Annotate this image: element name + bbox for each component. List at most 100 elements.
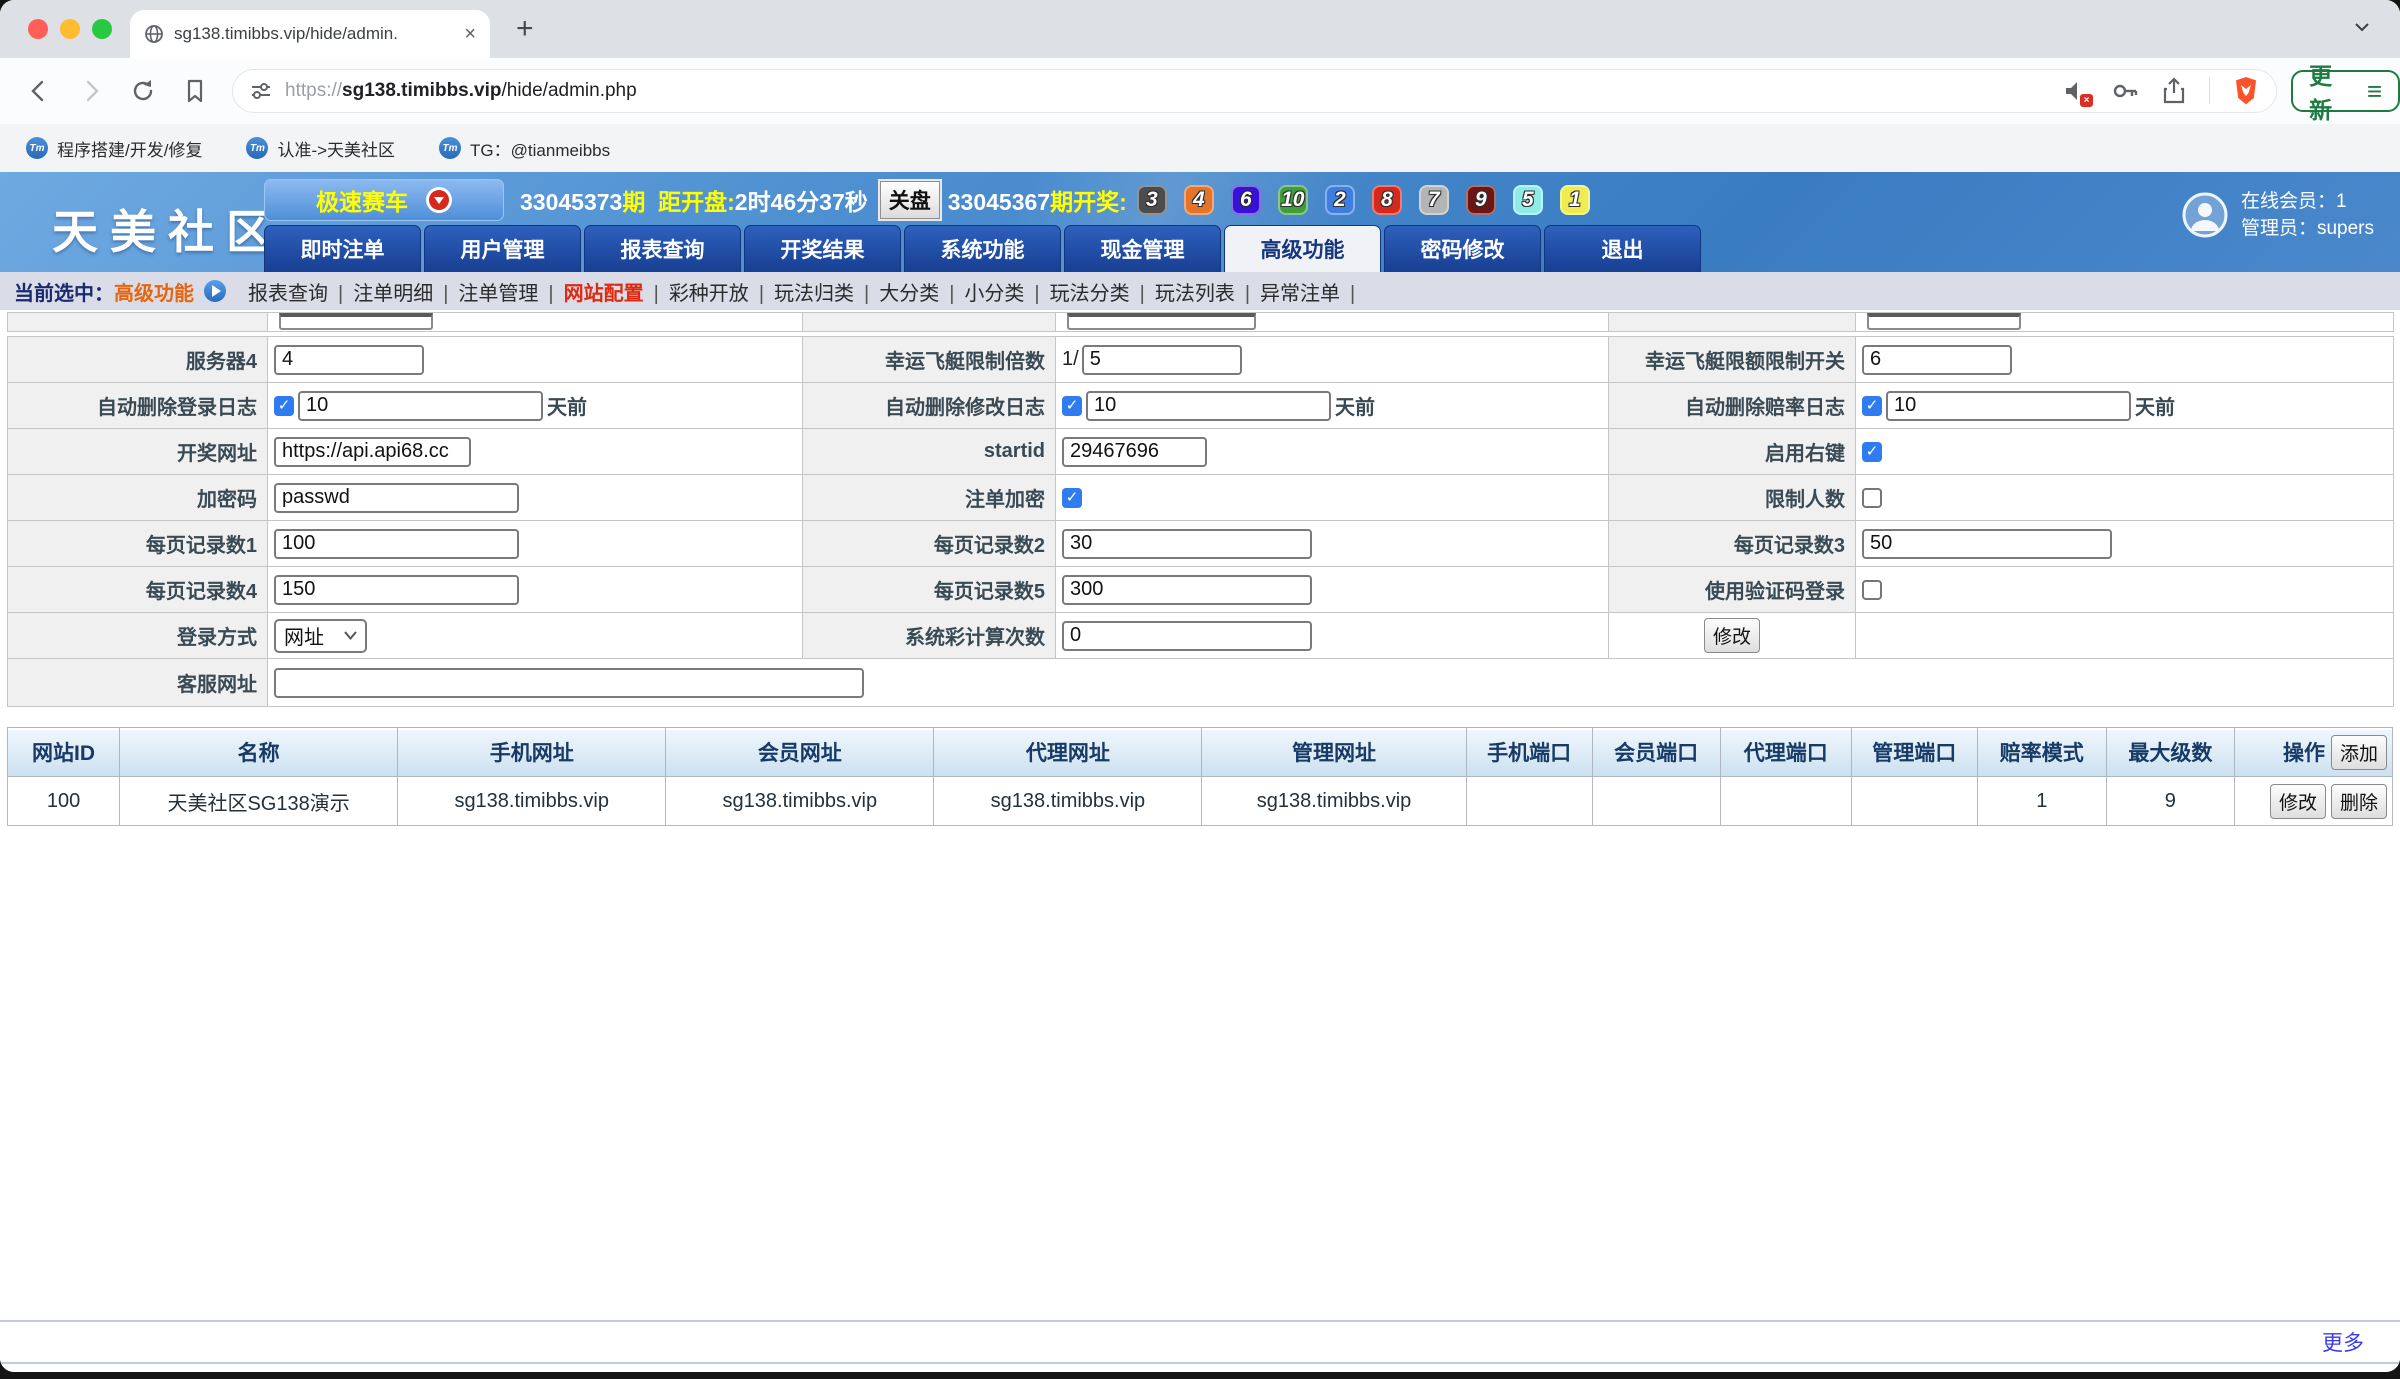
page-records-5-input[interactable] xyxy=(1062,575,1312,605)
subnav-link-网站配置[interactable]: 网站配置 xyxy=(564,283,644,305)
use-captcha-login-checkbox[interactable] xyxy=(1862,580,1882,600)
form-label-page-records-5: 每页记录数5 xyxy=(803,567,1056,613)
cell-admin-port xyxy=(1851,777,1977,826)
edit-site-button[interactable]: 修改 xyxy=(2270,784,2326,819)
system-lottery-calc-times-input[interactable] xyxy=(1062,621,1312,651)
auto-delete-modify-log-suffix: 天前 xyxy=(1335,397,1375,419)
page-records-1-input[interactable] xyxy=(274,529,519,559)
nav-tab-即时注单[interactable]: 即时注单 xyxy=(264,225,421,272)
back-icon[interactable] xyxy=(26,78,52,104)
form-cell-lucky-airship-limit-multiple: 1/ xyxy=(1056,337,1609,383)
user-info: 在线会员：1 管理员：supers xyxy=(2181,188,2374,242)
form-row: 客服网址 xyxy=(8,659,2394,707)
subnav-link-注单管理[interactable]: 注单管理 xyxy=(458,283,538,305)
more-link[interactable]: 更多 xyxy=(2322,1327,2364,1357)
subnav-link-大分类[interactable]: 大分类 xyxy=(879,283,939,305)
mute-tab-icon[interactable]: × xyxy=(2063,78,2089,104)
form-row: 自动删除登录日志✓天前自动删除修改日志✓天前自动删除赔率日志✓天前 xyxy=(8,383,2394,429)
delete-site-button[interactable]: 删除 xyxy=(2331,784,2387,819)
auto-delete-modify-log-input[interactable] xyxy=(1086,391,1331,421)
page-records-4-input[interactable] xyxy=(274,575,519,605)
game-selector[interactable]: 极速赛车 xyxy=(264,179,504,221)
page-records-3-input[interactable] xyxy=(1862,529,2112,559)
browser-tab[interactable]: sg138.timibbs.vip/hide/admin. × xyxy=(130,10,490,58)
subnav-link-小分类[interactable]: 小分类 xyxy=(964,283,1024,305)
lucky-airship-quota-limit-switch-input[interactable] xyxy=(1862,345,2012,375)
enable-right-click-checkbox[interactable]: ✓ xyxy=(1862,442,1882,462)
nav-tab-退出[interactable]: 退出 xyxy=(1544,225,1701,272)
tab-strip: sg138.timibbs.vip/hide/admin. × + xyxy=(0,0,2400,58)
bookmark-favicon-icon: Tm xyxy=(246,137,268,159)
encrypt-password-input[interactable] xyxy=(274,483,519,513)
play-arrow-icon xyxy=(204,280,226,302)
update-button[interactable]: 更新 ≡ xyxy=(2291,70,2400,112)
subnav-link-玩法列表[interactable]: 玩法列表 xyxy=(1155,283,1235,305)
subnav-link-报表查询[interactable]: 报表查询 xyxy=(248,283,328,305)
subnav-bar: 当前选中： 高级功能 报表查询|注单明细|注单管理|网站配置|彩种开放|玩法归类… xyxy=(0,272,2400,310)
tune-icon[interactable] xyxy=(249,79,273,103)
service-url-input[interactable] xyxy=(274,668,864,698)
admin-name: 管理员：supers xyxy=(2241,218,2374,239)
new-tab-button[interactable]: + xyxy=(516,14,534,44)
bookmark-label: 认准->天美社区 xyxy=(277,136,395,161)
subnav-link-玩法分类[interactable]: 玩法分类 xyxy=(1050,283,1130,305)
reload-icon[interactable] xyxy=(130,78,156,104)
close-market-button[interactable]: 关盘 xyxy=(880,181,940,219)
bookmark-item[interactable]: Tm程序搭建/开发/修复 xyxy=(26,136,202,161)
cell-site-name: 天美社区SG138演示 xyxy=(120,777,398,826)
modify-button[interactable]: 修改 xyxy=(1704,618,1760,653)
auto-delete-login-log-input[interactable] xyxy=(298,391,543,421)
nav-tab-报表查询[interactable]: 报表查询 xyxy=(584,225,741,272)
login-method-select[interactable]: 网址 xyxy=(274,619,367,653)
close-window-button[interactable] xyxy=(28,19,48,39)
bookmark-label: TG：@tianmeibbs xyxy=(470,136,610,161)
subnav-link-玩法归类[interactable]: 玩法归类 xyxy=(774,283,854,305)
brave-shield-icon[interactable] xyxy=(2232,76,2260,106)
nav-tab-开奖结果[interactable]: 开奖结果 xyxy=(744,225,901,272)
bookmark-item[interactable]: Tm 认准->天美社区 xyxy=(246,136,395,161)
form-label-bet-encrypt: 注单加密 xyxy=(803,475,1056,521)
auto-delete-login-log-checkbox[interactable]: ✓ xyxy=(274,396,294,416)
limit-people-checkbox[interactable] xyxy=(1862,488,1882,508)
add-site-button[interactable]: 添加 xyxy=(2331,735,2387,770)
tab-search-chevron-icon[interactable] xyxy=(2354,22,2370,32)
auto-delete-odds-log-checkbox[interactable]: ✓ xyxy=(1862,396,1882,416)
nav-tab-系统功能[interactable]: 系统功能 xyxy=(904,225,1061,272)
lottery-api-url-input[interactable] xyxy=(274,437,471,467)
nav-tab-用户管理[interactable]: 用户管理 xyxy=(424,225,581,272)
startid-input[interactable] xyxy=(1062,437,1207,467)
bet-encrypt-checkbox[interactable]: ✓ xyxy=(1062,488,1082,508)
subnav-link-彩种开放[interactable]: 彩种开放 xyxy=(669,283,749,305)
site-table-header-会员端口: 会员端口 xyxy=(1592,728,1720,777)
zoom-window-button[interactable] xyxy=(92,19,112,39)
auto-delete-odds-log-input[interactable] xyxy=(1886,391,2131,421)
site-table-header-赔率模式: 赔率模式 xyxy=(1977,728,2106,777)
subnav-link-异常注单[interactable]: 异常注单 xyxy=(1260,283,1340,305)
site-table-header-手机端口: 手机端口 xyxy=(1466,728,1592,777)
share-icon[interactable] xyxy=(2161,77,2187,105)
subnav-separator: | xyxy=(338,283,343,305)
minimize-window-button[interactable] xyxy=(60,19,80,39)
subnav-link-注单明细[interactable]: 注单明细 xyxy=(353,283,433,305)
tab-close-icon[interactable]: × xyxy=(464,23,476,46)
lucky-airship-limit-multiple-input[interactable] xyxy=(1082,345,1242,375)
address-bar[interactable]: https://sg138.timibbs.vip/hide/admin.php… xyxy=(232,69,2277,113)
form-cell-clipped xyxy=(268,313,803,332)
nav-tab-现金管理[interactable]: 现金管理 xyxy=(1064,225,1221,272)
url-text[interactable]: https://sg138.timibbs.vip/hide/admin.php xyxy=(285,80,2063,102)
nav-tab-高级功能[interactable]: 高级功能 xyxy=(1224,225,1381,272)
forward-icon[interactable] xyxy=(78,78,104,104)
server4-input[interactable] xyxy=(274,345,424,375)
bookmark-item[interactable]: TmTG：@tianmeibbs xyxy=(439,136,610,161)
page-records-2-input[interactable] xyxy=(1062,529,1312,559)
auto-delete-modify-log-checkbox[interactable]: ✓ xyxy=(1062,396,1082,416)
password-key-icon[interactable] xyxy=(2111,77,2139,105)
bookmark-manager-icon[interactable] xyxy=(182,78,208,104)
site-table-header-管理端口: 管理端口 xyxy=(1851,728,1977,777)
subnav-separator: | xyxy=(1350,283,1355,305)
form-row: 每页记录数1每页记录数2每页记录数3 xyxy=(8,521,2394,567)
form-label-lucky-airship-quota-limit-switch: 幸运飞艇限额限制开关 xyxy=(1609,337,1856,383)
game-dropdown-icon[interactable] xyxy=(426,187,452,213)
nav-tab-密码修改[interactable]: 密码修改 xyxy=(1384,225,1541,272)
form-cell-modify: 修改 xyxy=(1609,613,1856,659)
